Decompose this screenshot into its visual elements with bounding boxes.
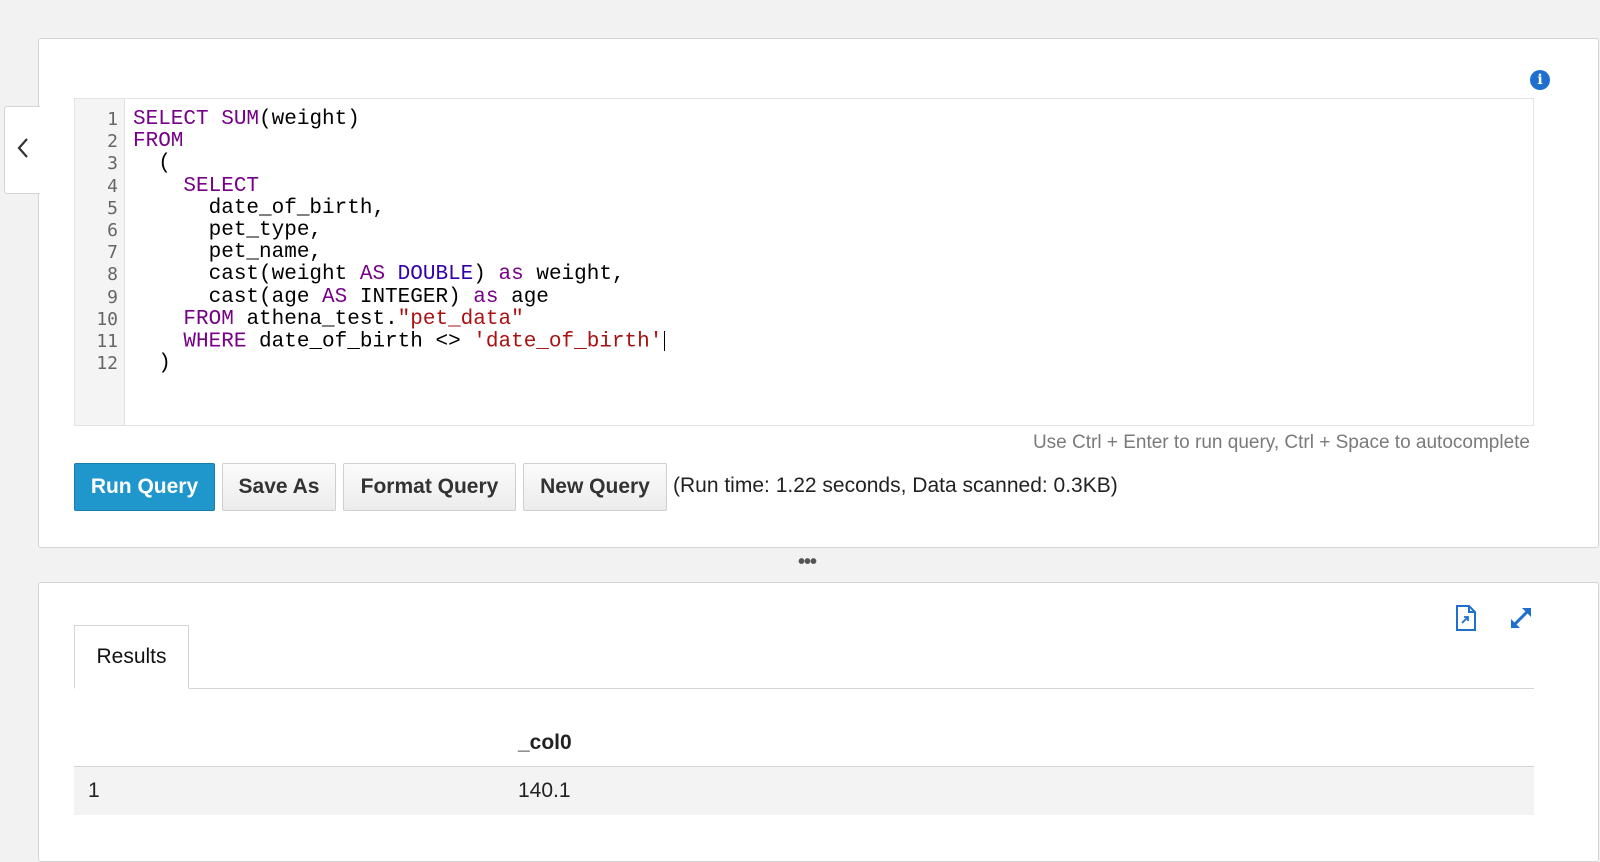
code-token: date_of_birth, [133,196,386,220]
code-token: as [498,263,524,287]
code-token: SELECT [183,174,260,198]
format-query-button[interactable]: Format Query [343,463,516,511]
code-line: cast(age AS INTEGER) as age [133,285,1533,309]
tab-divider [74,688,1534,689]
sql-code-editor[interactable]: 1 2 3 4 5 6 7 8 9 10 11 12 SELECT SUM(weight) FROM (… [74,98,1534,426]
code-token: ( [133,152,171,176]
code-token: (weight) [259,108,360,131]
results-table: _col0 1 140.1 [74,719,1534,815]
code-token: FROM [133,130,184,154]
code-line: date_of_birth, [133,196,1533,220]
result-value-cell: 140.1 [504,766,1534,815]
line-number: 1 [107,109,118,130]
run-query-button[interactable]: Run Query [74,463,215,511]
line-number-gutter: 1 2 3 4 5 6 7 8 9 10 11 12 [75,99,125,425]
code-line: SELECT SUM(weight) [133,108,1533,131]
chevron-left-icon [16,137,30,164]
line-number: 4 [107,175,118,197]
code-line: WHERE date_of_birth <> 'date_of_birth' [133,331,1533,353]
line-number: 10 [96,308,118,330]
code-token: ) [473,263,499,287]
code-token: AS [359,263,386,287]
code-line: pet_type, [133,218,1533,242]
code-token: as [473,285,499,309]
editor-hint: Use Ctrl + Enter to run query, Ctrl + Sp… [1032,432,1530,453]
results-panel: Results _col0 1 140.1 [38,582,1599,862]
save-as-button[interactable]: Save As [222,463,336,511]
code-token: date_of_birth <> [246,330,474,354]
code-token: athena_test. [233,307,398,331]
expand-icon[interactable] [1508,605,1534,631]
code-token: ) [133,352,171,376]
line-number: 3 [107,153,118,175]
line-number: 2 [107,131,118,153]
query-editor-panel: i 1 2 3 4 5 6 7 8 9 10 11 12 SELECT SUM(weight) FROM… [38,38,1599,548]
code-token: pet_type, [133,218,323,242]
run-stats-text: (Run time: 1.22 seconds, Data scanned: 0… [673,474,1118,497]
line-number: 11 [96,330,118,352]
code-line: FROM athena_test."pet_data" [133,307,1533,331]
table-header-row: _col0 [74,719,1534,767]
line-number: 9 [107,286,118,308]
code-token: WHERE [183,330,247,354]
code-token: FROM [183,307,234,331]
code-line: SELECT [133,174,1533,198]
panel-resize-handle[interactable]: ••• [798,552,817,572]
row-index-cell: 1 [74,766,504,815]
download-csv-icon[interactable] [1453,605,1479,631]
code-token: DOUBLE [397,263,474,287]
code-line: FROM [133,131,1533,153]
new-query-button[interactable]: New Query [523,463,667,511]
table-row: 1 140.1 [74,766,1534,815]
line-number: 8 [107,264,118,286]
code-token: INTEGER) [347,285,474,309]
code-token: weight, [523,263,625,287]
column-header: _col0 [504,719,1534,767]
code-area[interactable]: SELECT SUM(weight) FROM ( SELECT date_of_… [125,99,1533,425]
code-token: SUM [221,108,260,131]
line-number: 7 [107,242,118,264]
info-icon[interactable]: i [1530,70,1550,90]
code-token: 'date_of_birth' [473,330,663,354]
column-header [74,719,504,767]
code-token: pet_name, [133,241,323,265]
code-line: ) [133,352,1533,376]
collapse-sidebar-button[interactable] [4,106,40,194]
code-line: cast(weight AS DOUBLE) as weight, [133,264,1533,286]
code-token: "pet_data" [397,307,524,331]
code-line: ( [133,153,1533,175]
code-token: SELECT [133,108,222,131]
line-number: 5 [107,197,118,219]
code-token: AS [322,285,348,309]
text-cursor [664,330,666,351]
code-token: age [498,285,549,309]
code-line: pet_name, [133,242,1533,264]
line-number: 12 [96,353,118,375]
code-token: cast(age [133,285,323,309]
code-token: cast(weight [133,263,360,287]
line-number: 6 [107,219,118,241]
tab-results[interactable]: Results [74,625,189,689]
